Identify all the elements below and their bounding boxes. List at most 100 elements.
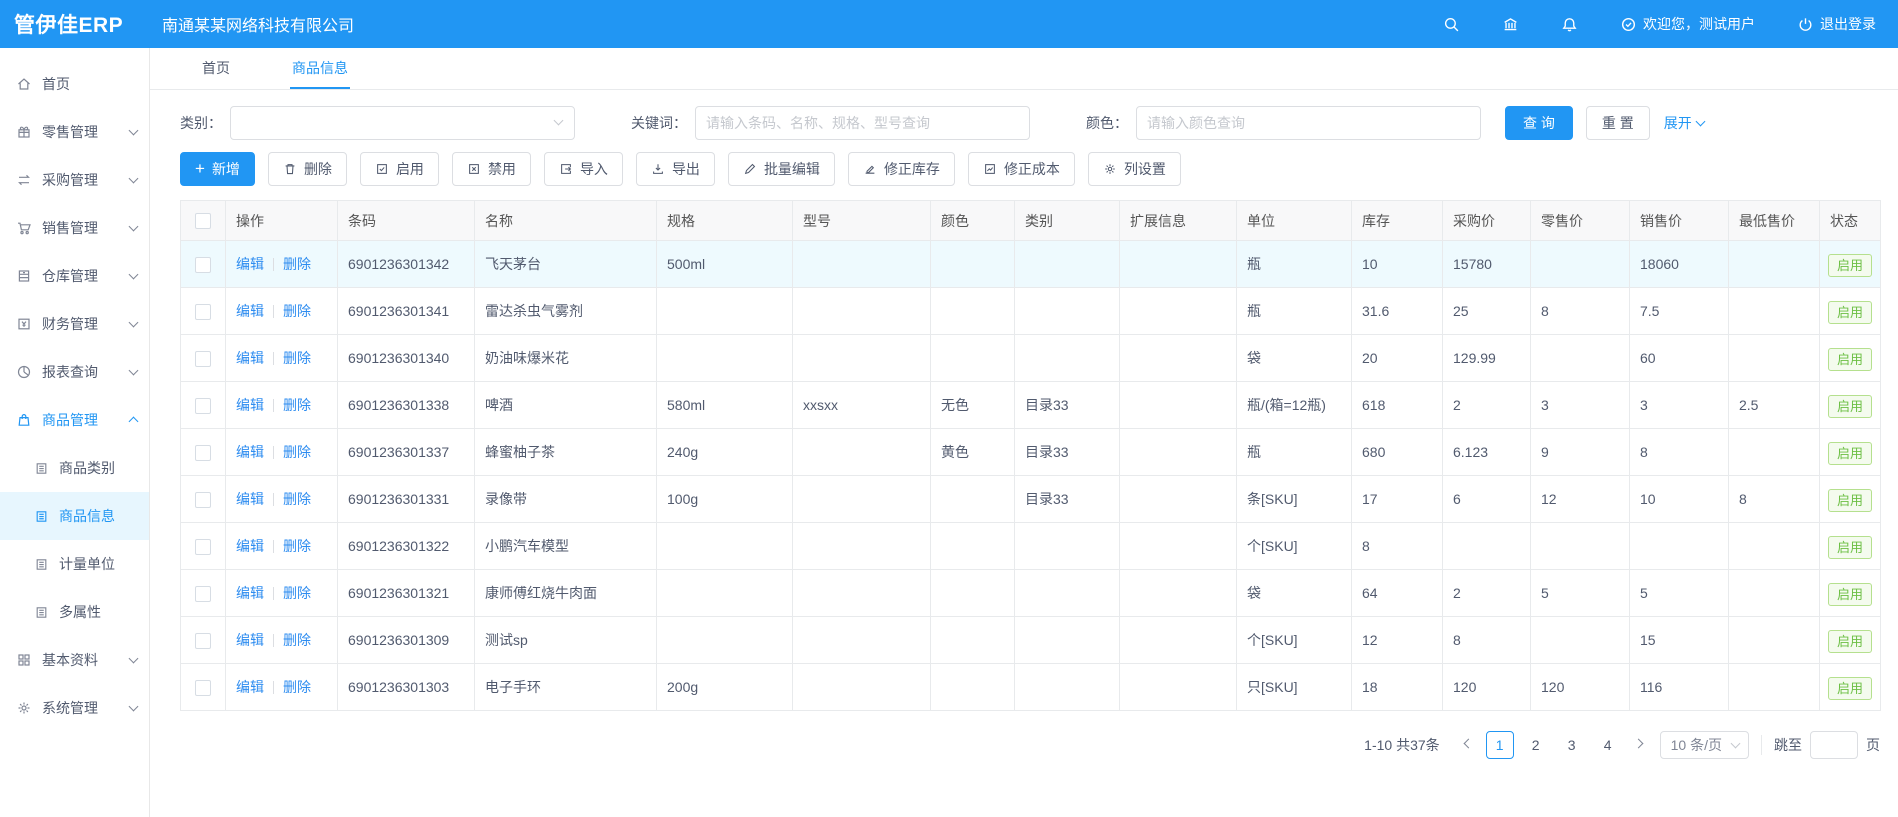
- sidebar-item-home[interactable]: 首页: [0, 60, 149, 108]
- edit-link[interactable]: 编辑: [236, 350, 264, 366]
- cell-sale-price: [1630, 523, 1729, 570]
- edit-link[interactable]: 编辑: [236, 256, 264, 272]
- sidebar-item-product-category[interactable]: 商品类别: [0, 444, 149, 492]
- delete-link[interactable]: 删除: [283, 491, 311, 507]
- cell-stock: 8: [1352, 523, 1443, 570]
- row-checkbox[interactable]: [195, 304, 211, 320]
- cell-spec: 200g: [657, 664, 793, 711]
- row-checkbox[interactable]: [195, 351, 211, 367]
- delete-link[interactable]: 删除: [283, 350, 311, 366]
- edit-link[interactable]: 编辑: [236, 538, 264, 554]
- export-button[interactable]: 导出: [636, 152, 715, 186]
- cell-name: 蜂蜜柚子茶: [475, 429, 657, 476]
- cell-model: [793, 335, 931, 382]
- cell-name: 录像带: [475, 476, 657, 523]
- import-button[interactable]: 导入: [544, 152, 623, 186]
- sidebar-item-products[interactable]: 商品管理: [0, 396, 149, 444]
- sidebar-item-purchase[interactable]: 采购管理: [0, 156, 149, 204]
- sidebar-item-basic-data[interactable]: 基本资料: [0, 636, 149, 684]
- next-page-button[interactable]: [1626, 731, 1652, 759]
- divider: [273, 681, 274, 694]
- sidebar-item-product-info[interactable]: 商品信息: [0, 492, 149, 540]
- page-number-button[interactable]: 1: [1486, 731, 1514, 759]
- sidebar-item-multi-attrs[interactable]: 多属性: [0, 588, 149, 636]
- page-number-button[interactable]: 3: [1558, 731, 1586, 759]
- tab-home[interactable]: 首页: [200, 48, 232, 89]
- divider: [273, 305, 274, 318]
- cell-retail-price: [1531, 335, 1630, 382]
- delete-link[interactable]: 删除: [283, 585, 311, 601]
- batch-edit-button[interactable]: 批量编辑: [728, 152, 835, 186]
- cell-color: [931, 241, 1015, 288]
- sidebar-item-retail[interactable]: 零售管理: [0, 108, 149, 156]
- page-size-select[interactable]: 10 条/页: [1660, 731, 1749, 759]
- edit-link[interactable]: 编辑: [236, 444, 264, 460]
- sidebar-item-reports[interactable]: 报表查询: [0, 348, 149, 396]
- col-status: 状态: [1820, 201, 1881, 241]
- cell-barcode: 6901236301342: [338, 241, 475, 288]
- row-checkbox[interactable]: [195, 445, 211, 461]
- search-button[interactable]: 查 询: [1505, 106, 1573, 140]
- enable-button[interactable]: 启用: [360, 152, 439, 186]
- delete-link[interactable]: 删除: [283, 397, 311, 413]
- sidebar-item-sales[interactable]: 销售管理: [0, 204, 149, 252]
- add-button[interactable]: + 新增: [180, 152, 255, 186]
- edit-link[interactable]: 编辑: [236, 585, 264, 601]
- sidebar-item-finance[interactable]: 财务管理: [0, 300, 149, 348]
- cell-min-price: [1729, 288, 1820, 335]
- delete-link[interactable]: 删除: [283, 256, 311, 272]
- color-input[interactable]: [1136, 106, 1481, 140]
- page-number-button[interactable]: 2: [1522, 731, 1550, 759]
- cell-stock: 680: [1352, 429, 1443, 476]
- jump-page-input[interactable]: [1810, 731, 1858, 759]
- reset-button[interactable]: 重 置: [1586, 106, 1650, 140]
- pagination: 1-10 共37条 1234 10 条/页 跳至 页: [180, 731, 1880, 759]
- row-checkbox[interactable]: [195, 680, 211, 696]
- edit-link[interactable]: 编辑: [236, 397, 264, 413]
- disable-button[interactable]: 禁用: [452, 152, 531, 186]
- prev-page-button[interactable]: [1456, 731, 1482, 759]
- fix-stock-button[interactable]: 修正库存: [848, 152, 955, 186]
- bell-icon[interactable]: [1561, 16, 1578, 33]
- expand-link[interactable]: 展开: [1664, 113, 1704, 133]
- row-checkbox[interactable]: [195, 633, 211, 649]
- fix-cost-button[interactable]: 修正成本: [968, 152, 1075, 186]
- cell-sale-price: 116: [1630, 664, 1729, 711]
- keyword-input[interactable]: [695, 106, 1030, 140]
- page-number-button[interactable]: 4: [1594, 731, 1622, 759]
- row-checkbox[interactable]: [195, 492, 211, 508]
- delete-link[interactable]: 删除: [283, 538, 311, 554]
- logout-button[interactable]: 退出登录: [1797, 14, 1876, 34]
- sidebar-item-units[interactable]: 计量单位: [0, 540, 149, 588]
- sidebar-item-warehouse[interactable]: 仓库管理: [0, 252, 149, 300]
- edit-link[interactable]: 编辑: [236, 679, 264, 695]
- color-label: 颜色：: [1086, 113, 1128, 133]
- column-settings-button[interactable]: 列设置: [1088, 152, 1181, 186]
- cell-ext-info: [1120, 570, 1237, 617]
- row-checkbox[interactable]: [195, 539, 211, 555]
- cell-model: [793, 523, 931, 570]
- delete-link[interactable]: 删除: [283, 679, 311, 695]
- delete-link[interactable]: 删除: [283, 444, 311, 460]
- category-select[interactable]: [230, 106, 575, 140]
- row-checkbox[interactable]: [195, 398, 211, 414]
- delete-link[interactable]: 删除: [283, 632, 311, 648]
- sidebar-item-system[interactable]: 系统管理: [0, 684, 149, 732]
- edit-link[interactable]: 编辑: [236, 491, 264, 507]
- search-icon[interactable]: [1443, 16, 1460, 33]
- row-checkbox[interactable]: [195, 586, 211, 602]
- user-welcome[interactable]: 欢迎您，测试用户: [1620, 14, 1755, 34]
- money-icon: [16, 316, 32, 332]
- cell-name: 康师傅红烧牛肉面: [475, 570, 657, 617]
- tab-product-info[interactable]: 商品信息: [290, 48, 350, 89]
- delete-link[interactable]: 删除: [283, 303, 311, 319]
- cell-unit: 瓶/(箱=12瓶): [1237, 382, 1352, 429]
- bank-icon[interactable]: [1502, 16, 1519, 33]
- edit-link[interactable]: 编辑: [236, 303, 264, 319]
- status-badge: 启用: [1828, 677, 1872, 700]
- delete-button[interactable]: 删除: [268, 152, 347, 186]
- cell-purchase-price: 120: [1443, 664, 1531, 711]
- edit-link[interactable]: 编辑: [236, 632, 264, 648]
- select-all-checkbox[interactable]: [195, 213, 211, 229]
- row-checkbox[interactable]: [195, 257, 211, 273]
